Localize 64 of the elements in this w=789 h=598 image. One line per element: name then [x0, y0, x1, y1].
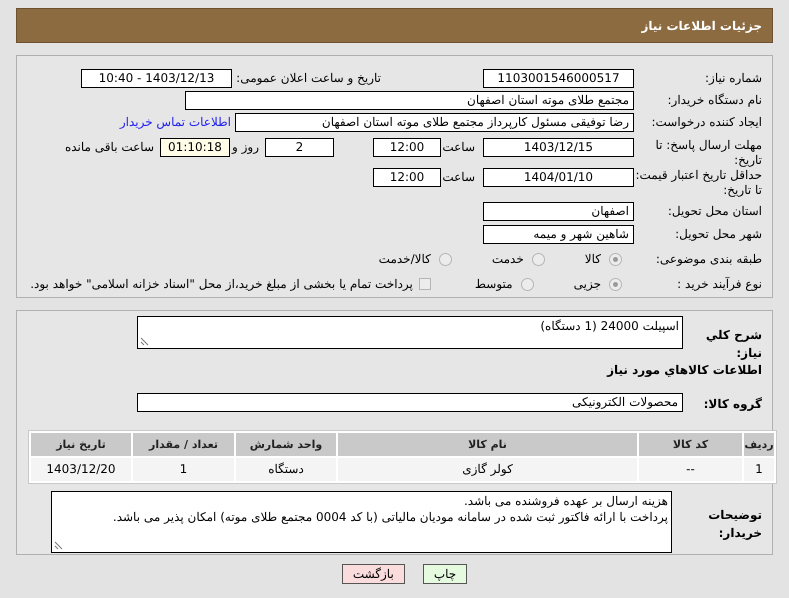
- field-label: گروه کالا:: [702, 396, 762, 413]
- back-button[interactable]: بازگشت: [342, 564, 405, 584]
- checkbox-label: پرداخت تمام یا بخشی از مبلغ خرید،از محل "اسناد خزانه اسلامی" خواهد بود.: [30, 276, 413, 293]
- field-label: شهر محل تحویل:: [674, 226, 762, 243]
- city-field: شاهین شهر و میمه: [483, 224, 634, 244]
- radio-label: متوسط: [474, 276, 513, 293]
- radio-button[interactable]: [609, 252, 622, 266]
- page-title: جزئیات اطلاعات نیاز: [641, 18, 762, 34]
- field-label: ساعت باقی مانده: [64, 139, 155, 156]
- announce-date-field: 1403/12/13 - 10:40: [81, 68, 232, 88]
- field-label: شرح كلي نياز:: [704, 327, 762, 362]
- table-cell: 1: [132, 457, 235, 482]
- requester-field: رضا توفیقی مسئول کارپرداز مجتمع طلای موته استان اصفهان: [235, 112, 634, 132]
- column-header: تاریخ نیاز: [30, 432, 132, 457]
- radio-label: کالا: [584, 251, 601, 268]
- table-cell: --: [638, 457, 743, 482]
- field-label: ساعت: [441, 169, 476, 186]
- days-field: 2: [265, 138, 334, 157]
- radio-button[interactable]: [532, 252, 545, 266]
- field-label: نوع فرآیند خرید :: [676, 276, 762, 293]
- field-label: نام دستگاه خریدار:: [666, 92, 762, 109]
- need-number-field: 1103001546000517: [483, 68, 634, 88]
- buyer-org-field: مجتمع طلای موته استان اصفهان: [185, 90, 634, 110]
- field-label: تاریخ و ساعت اعلان عمومی:: [235, 70, 381, 87]
- price-validity-time-field: 12:00: [373, 168, 441, 187]
- radio-button[interactable]: [520, 278, 534, 290]
- table-cell: دستگاه: [235, 457, 337, 482]
- radio-label: کالا/خدمت: [378, 251, 431, 268]
- table-cell: 1403/12/20: [30, 457, 132, 482]
- radio-button[interactable]: [609, 278, 622, 290]
- radio-label: جزیی: [574, 276, 601, 293]
- reply-time-field: 12:00: [373, 138, 441, 157]
- column-header: تعداد / مقدار: [132, 432, 235, 457]
- reply-date-field: 1403/12/15: [483, 138, 634, 157]
- radio-button[interactable]: [438, 252, 452, 266]
- field-label: ایجاد کننده درخواست:: [650, 114, 762, 131]
- field-label: ساعت: [441, 139, 476, 156]
- table-cell: کولر گازی: [337, 457, 638, 482]
- note-line: هزینه ارسال بر عهده فروشنده می باشد.: [464, 493, 668, 509]
- column-header: واحد شمارش: [235, 432, 337, 457]
- resize-grip-icon: [54, 541, 63, 550]
- province-field: اصفهان: [483, 202, 634, 220]
- column-header: نام کالا: [337, 432, 638, 457]
- field-label: روز و: [230, 139, 260, 156]
- field-label: شماره نیاز:: [704, 70, 762, 87]
- field-label: مهلت ارسال پاسخ: تا تاریخ:: [654, 138, 762, 168]
- column-header: ردیف: [743, 432, 775, 457]
- price-validity-date-field: 1404/01/10: [483, 168, 634, 187]
- radio-label: خدمت: [492, 251, 524, 268]
- note-line: پرداخت با ارائه فاکتور ثبت شده در سامانه مودیان مالیاتی (با کد 0004 مجتمع طلای موته) امکان پذیر می باشد.: [112, 509, 668, 525]
- buyer-contact-link[interactable]: اطلاعات تماس خریدار: [120, 113, 231, 131]
- print-button[interactable]: چاپ: [422, 564, 468, 584]
- field-label: توضیحات خریدار:: [707, 507, 762, 542]
- section-title: اطلاعات كالاهاي مورد نياز: [607, 363, 762, 377]
- goods-group-field: محصولات الکترونیکی: [137, 392, 683, 412]
- field-label: طبقه بندی موضوعی:: [654, 251, 762, 268]
- description-field: اسپیلت 24000 (1 دستگاه): [137, 316, 683, 349]
- remaining-time-field: 01:10:18: [160, 138, 230, 157]
- resize-grip-icon: [140, 337, 149, 346]
- table-cell: 1: [743, 457, 775, 482]
- field-label: استان محل تحویل:: [666, 203, 762, 220]
- column-header: کد کالا: [638, 432, 743, 457]
- field-label: حداقل تاریخ اعتبار قیمت: تا تاریخ:: [634, 168, 762, 198]
- checkbox[interactable]: [418, 278, 431, 290]
